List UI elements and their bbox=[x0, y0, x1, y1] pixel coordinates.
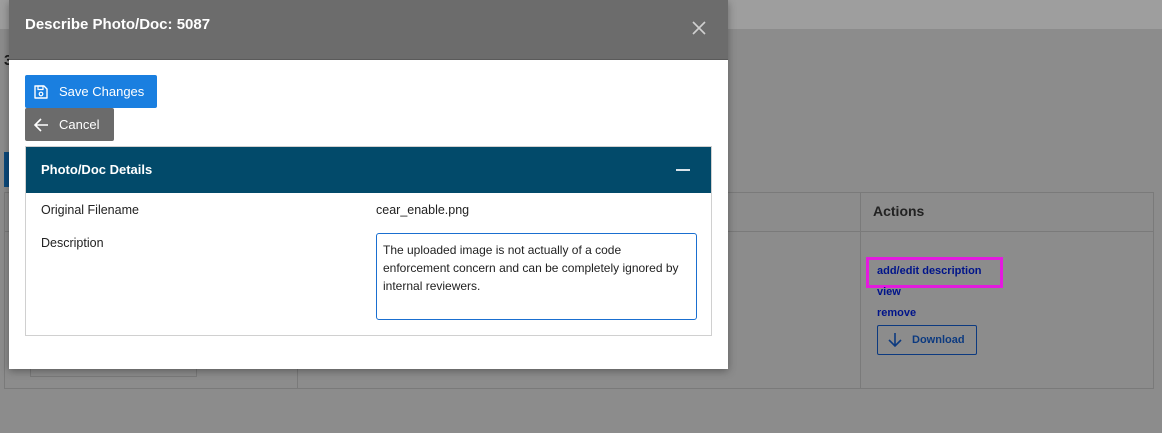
minus-icon[interactable] bbox=[676, 169, 690, 171]
panel-title: Photo/Doc Details bbox=[41, 162, 153, 177]
modal-header: Describe Photo/Doc: 5087 bbox=[9, 0, 728, 60]
background-inner-box bbox=[30, 368, 197, 377]
close-icon[interactable] bbox=[690, 19, 708, 37]
arrow-left-icon bbox=[33, 117, 48, 132]
original-filename-label: Original Filename bbox=[41, 203, 139, 217]
download-button[interactable]: Download bbox=[877, 325, 977, 355]
download-button-label: Download bbox=[912, 334, 965, 346]
describe-modal: Describe Photo/Doc: 5087 Save Changes Ca… bbox=[9, 0, 728, 369]
original-filename-value: cear_enable.png bbox=[376, 203, 470, 217]
cancel-label: Cancel bbox=[59, 117, 100, 132]
save-changes-label: Save Changes bbox=[59, 84, 145, 99]
arrow-down-icon bbox=[888, 333, 902, 348]
description-label: Description bbox=[41, 236, 104, 250]
photo-doc-details-panel: Photo/Doc Details Original Filename cear… bbox=[25, 146, 712, 336]
save-icon bbox=[34, 84, 48, 99]
description-textarea[interactable]: The uploaded image is not actually of a … bbox=[376, 233, 697, 320]
remove-link[interactable]: remove bbox=[877, 307, 916, 319]
table-column-divider bbox=[860, 193, 861, 388]
actions-column-header: Actions bbox=[873, 203, 925, 219]
add-edit-description-link[interactable]: add/edit description bbox=[877, 265, 982, 277]
panel-header[interactable]: Photo/Doc Details bbox=[26, 147, 711, 193]
modal-title: Describe Photo/Doc: 5087 bbox=[25, 16, 211, 33]
view-link[interactable]: view bbox=[877, 286, 901, 298]
save-changes-button[interactable]: Save Changes bbox=[25, 75, 157, 108]
cancel-button[interactable]: Cancel bbox=[25, 108, 114, 141]
